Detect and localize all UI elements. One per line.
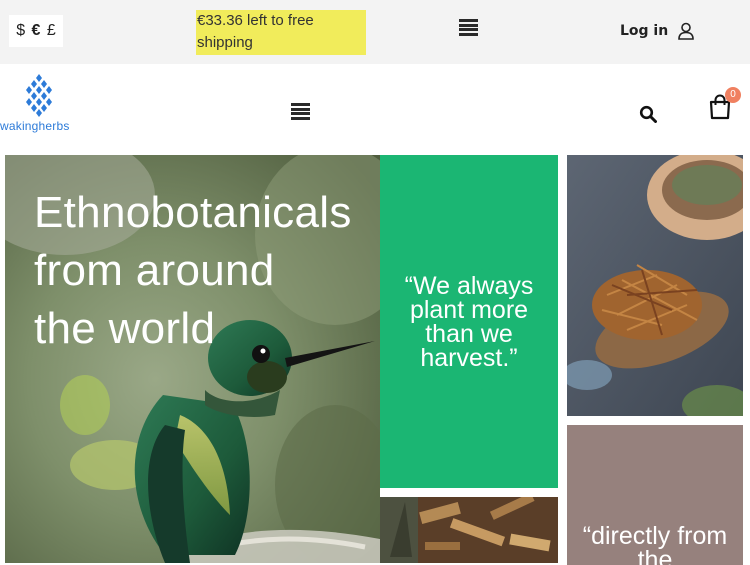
top-bar: $ € £ €33.36 left to free shipping Log i… — [0, 0, 750, 64]
cart-count-badge: 0 — [725, 87, 741, 103]
main-menu-hamburger-icon[interactable] — [291, 103, 310, 120]
free-shipping-notice: €33.36 left to free shipping — [196, 10, 366, 55]
site-header: wakingherbs — [0, 64, 750, 154]
wood-chips-photo — [380, 497, 558, 563]
logo-wordmark: wakingherbs — [0, 119, 70, 133]
currency-gbp[interactable]: £ — [47, 22, 56, 40]
hero-banner[interactable]: Ethnobotanicals from around the world — [5, 155, 380, 563]
search-button[interactable] — [639, 105, 657, 127]
quote-text-mauve: “directly from the — [582, 522, 728, 565]
currency-eur[interactable]: € — [32, 22, 41, 40]
login-label: Log in — [620, 23, 669, 39]
site-logo[interactable]: wakingherbs — [0, 72, 80, 134]
search-icon — [639, 105, 657, 123]
currency-usd[interactable]: $ — [16, 22, 25, 40]
login-link[interactable]: Log in — [620, 22, 695, 40]
quote-tile-green: “We always plant more than we harvest.” — [380, 155, 558, 488]
wood-chips-image[interactable] — [380, 497, 558, 563]
herb-spoon-image[interactable] — [567, 155, 743, 416]
top-menu-hamburger-icon[interactable] — [459, 19, 478, 36]
user-icon — [678, 22, 695, 40]
currency-switcher: $ € £ — [9, 15, 63, 47]
quote-text-green: “We always plant more than we harvest.” — [404, 271, 534, 372]
hero-title: Ethnobotanicals from around the world — [34, 188, 352, 353]
pinecone-logo-icon — [26, 74, 52, 117]
herb-spoon-photo — [567, 155, 743, 416]
quote-tile-mauve: “directly from the — [567, 425, 743, 565]
